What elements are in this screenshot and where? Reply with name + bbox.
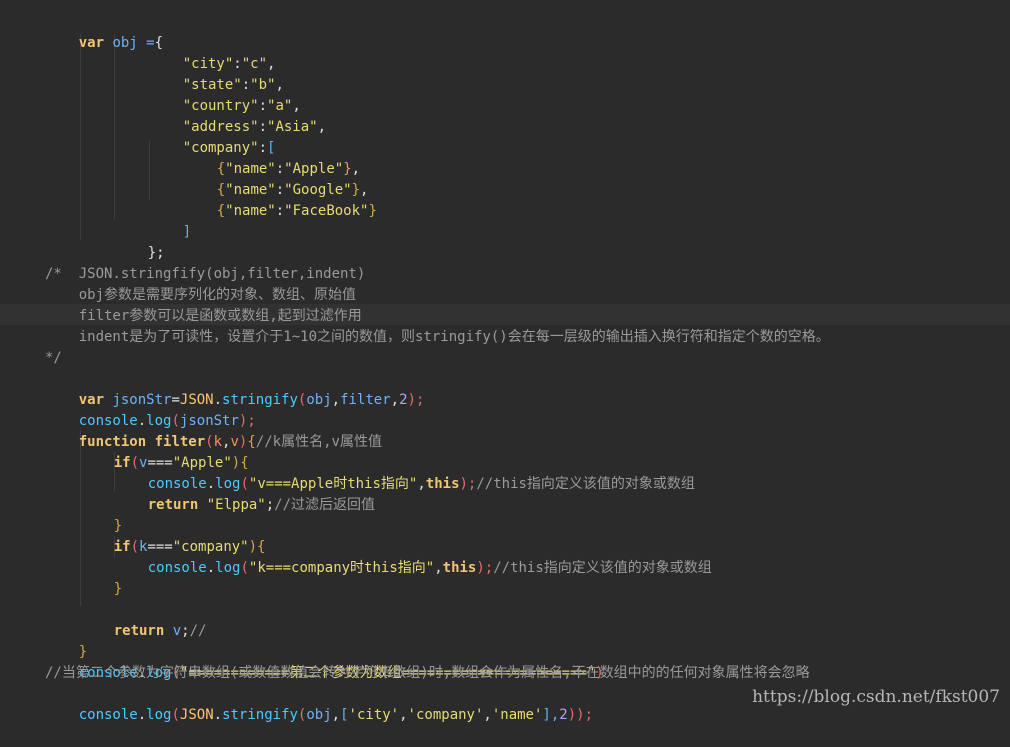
- method: log: [215, 560, 241, 576]
- code-line-24[interactable]: }: [80, 495, 122, 534]
- punct: ;: [265, 497, 275, 513]
- comment: //: [189, 623, 207, 639]
- punct: ,: [331, 392, 341, 408]
- identifier: JSON: [179, 707, 214, 723]
- identifier: console: [147, 560, 207, 576]
- code-line-33[interactable]: console.log(JSON.stringify(obj,['city','…: [45, 684, 593, 723]
- code-line-1[interactable]: var obj ={: [45, 12, 163, 51]
- bracket: {: [216, 203, 226, 219]
- punct: ,: [417, 476, 426, 492]
- number: 2: [559, 707, 568, 723]
- string: "name": [225, 203, 276, 219]
- comment: //this指向定义该值的对象或数组: [476, 476, 695, 492]
- bracket: );: [407, 392, 425, 408]
- bracket: (: [240, 560, 249, 576]
- punct: ,: [317, 119, 327, 135]
- code-editor[interactable]: var obj ={ "city":"c", "state":"b", "cou…: [0, 0, 1010, 723]
- code-line-11[interactable]: };: [114, 222, 165, 261]
- identifier: obj =: [104, 35, 155, 51]
- identifier: obj: [306, 392, 332, 408]
- string: "k===company时this指向": [248, 560, 435, 576]
- punct: ,: [399, 707, 408, 723]
- punct: ,: [331, 707, 341, 723]
- bracket: [: [340, 707, 349, 723]
- number: 2: [399, 392, 408, 408]
- code-line-17[interactable]: */: [45, 348, 62, 369]
- bracket: ],: [542, 707, 560, 723]
- method: stringify: [222, 707, 298, 723]
- code-line-18[interactable]: var jsonStr=JSON.stringify(obj,filter,2)…: [45, 369, 425, 408]
- keyword: return: [113, 623, 165, 639]
- code-line-14[interactable]: obj参数是需要序列化的对象、数组、原始值: [45, 285, 356, 306]
- punct: ,: [390, 392, 400, 408]
- string: 'company': [407, 707, 484, 723]
- code-line-21[interactable]: if(v==="Apple"){: [80, 432, 249, 471]
- code-line-30[interactable]: }: [45, 621, 87, 660]
- bracket: ]: [182, 224, 192, 240]
- bracket: {: [247, 434, 256, 450]
- code-line-5[interactable]: "address":"Asia",: [149, 96, 326, 135]
- bracket: (: [171, 707, 180, 723]
- code-line-2[interactable]: "city":"c",: [149, 33, 276, 72]
- punct: };: [147, 245, 165, 261]
- code-line-4[interactable]: "country":"a",: [149, 75, 301, 114]
- keyword: return: [147, 497, 199, 513]
- bracket: ));: [567, 707, 594, 723]
- code-line-19[interactable]: console.log(jsonStr);: [45, 390, 256, 429]
- identifier: filter: [340, 392, 391, 408]
- code-line-16[interactable]: indent是为了可读性，设置介于1~10之间的数值，则stringify()会…: [45, 327, 830, 348]
- keyword: var: [78, 35, 105, 51]
- punct: :: [275, 203, 285, 219]
- comment: //k属性名,v属性值: [255, 434, 382, 450]
- punct: .: [206, 560, 216, 576]
- identifier: console: [78, 707, 138, 723]
- punct: ;: [181, 623, 190, 639]
- comment: //过滤后返回值: [274, 497, 376, 513]
- keyword: this: [442, 560, 477, 576]
- code-line-15[interactable]: filter参数可以是函数或数组,起到过滤作用: [45, 306, 362, 327]
- code-line-10[interactable]: ]: [149, 201, 191, 240]
- string: "FaceBook": [284, 203, 369, 219]
- string: 'name': [491, 707, 543, 723]
- code-line-9[interactable]: {"name":"FaceBook"}: [183, 180, 377, 219]
- bracket: }: [113, 581, 123, 597]
- code-line-8[interactable]: {"name":"Google"},: [183, 159, 369, 198]
- punct: ,: [483, 707, 492, 723]
- watermark: https://blog.csdn.net/fkst007: [752, 687, 1000, 707]
- identifier: obj: [306, 707, 332, 723]
- comment: //this指向定义该值的对象或数组: [493, 560, 712, 576]
- code-line-6[interactable]: "company":[: [149, 117, 276, 156]
- code-line-22[interactable]: console.log("v===Apple时this指向",this);//t…: [114, 453, 695, 492]
- code-line-29[interactable]: return v;//: [80, 600, 207, 639]
- method: log: [146, 707, 172, 723]
- code-line-20[interactable]: function filter(k,v){//k属性名,v属性值: [45, 411, 382, 450]
- code-line-23[interactable]: return "Elppa";//过滤后返回值: [114, 474, 375, 513]
- bracket: );: [476, 560, 494, 576]
- keyword: this: [425, 476, 460, 492]
- indent-guide: [80, 34, 81, 240]
- code-line-3[interactable]: "state":"b",: [149, 54, 284, 93]
- code-line-26[interactable]: console.log("k===company时this指向",this);/…: [114, 537, 712, 576]
- punct: ,: [434, 560, 443, 576]
- code-line-31[interactable]: console.log("============第二个参数为数组=======…: [45, 642, 604, 681]
- punct: .: [213, 707, 223, 723]
- code-line-25[interactable]: if(k==="company"){: [80, 516, 266, 555]
- bracket: }: [368, 203, 377, 219]
- code-line-7[interactable]: {"name":"Apple"},: [183, 138, 360, 177]
- code-line-32[interactable]: //当第二个参数为字符串数组(或数值数值会转为字符串数组)时,数组会作为属性名,…: [45, 663, 810, 684]
- string: 'city': [348, 707, 400, 723]
- indent-guide: [114, 34, 115, 220]
- punct: .: [137, 707, 147, 723]
- code-line-13[interactable]: /* JSON.stringfify(obj,filter,indent): [45, 264, 365, 285]
- identifier: v: [164, 623, 182, 639]
- bracket: );: [459, 476, 477, 492]
- string: "Elppa": [198, 497, 266, 513]
- code-line-27[interactable]: }: [80, 558, 122, 597]
